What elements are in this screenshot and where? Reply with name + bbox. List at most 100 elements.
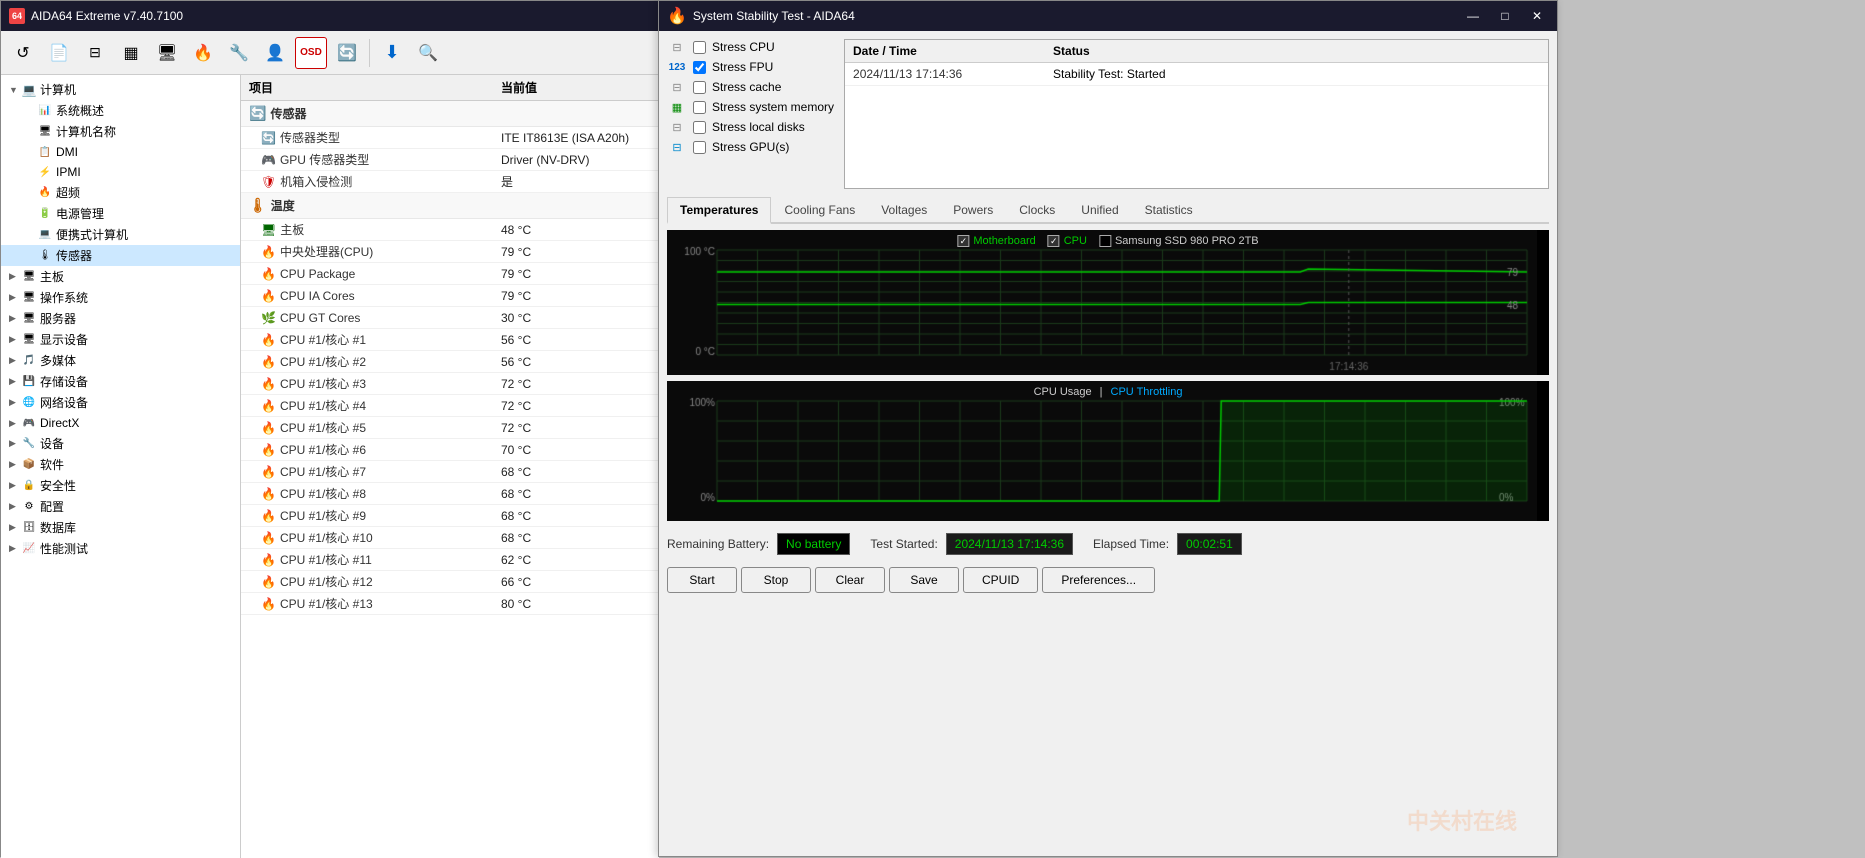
close-button[interactable]: ✕	[1525, 7, 1549, 25]
table-row[interactable]: 🔥CPU #1/核心 #3 72 °C	[241, 373, 659, 395]
security-icon: 🔒	[21, 478, 37, 494]
table-row[interactable]: 🔥CPU IA Cores 79 °C	[241, 285, 659, 307]
sidebar-item-sensor[interactable]: 🌡 传感器	[1, 245, 240, 266]
overview-icon: 📊	[37, 103, 53, 119]
search-button[interactable]: 🔍	[412, 37, 444, 69]
sidebar-item-devices[interactable]: ▶ 🔧 设备	[1, 433, 240, 454]
stress-disks-checkbox[interactable]	[693, 121, 706, 134]
tab-unified[interactable]: Unified	[1068, 197, 1131, 222]
sidebar-item-software[interactable]: ▶ 📦 软件	[1, 454, 240, 475]
table-row[interactable]: 🔥CPU #1/核心 #6 70 °C	[241, 439, 659, 461]
stress-cache-checkbox[interactable]	[693, 81, 706, 94]
table-row[interactable]: 🔥CPU #1/核心 #7 68 °C	[241, 461, 659, 483]
sensor-section-icon: 🔄	[249, 105, 266, 122]
table-row[interactable]: 🛡机箱入侵检测 是	[241, 171, 659, 193]
sidebar-item-portable[interactable]: 💻 便携式计算机	[1, 224, 240, 245]
tab-statistics[interactable]: Statistics	[1132, 197, 1206, 222]
sidebar-item-computer[interactable]: ▼ 💻 计算机	[1, 79, 240, 100]
user-button[interactable]: 👤	[259, 37, 291, 69]
sidebar-item-security[interactable]: ▶ 🔒 安全性	[1, 475, 240, 496]
sidebar-item-ipmi[interactable]: ⚡ IPMI	[1, 162, 240, 182]
table-row[interactable]: 🔥CPU #1/核心 #8 68 °C	[241, 483, 659, 505]
temperature-chart: ✓ Motherboard ✓ CPU Samsung SSD 980 PRO …	[667, 230, 1549, 375]
sidebar-item-os[interactable]: ▶ 🖥 操作系统	[1, 287, 240, 308]
stress-gpu-item: ⊟ Stress GPU(s)	[667, 139, 834, 155]
tabs-bar: Temperatures Cooling Fans Voltages Power…	[667, 197, 1549, 224]
sidebar-item-benchmark[interactable]: ▶ 📈 性能测试	[1, 538, 240, 559]
legend-motherboard-checkbox: ✓	[957, 235, 969, 247]
tab-temperatures[interactable]: Temperatures	[667, 197, 771, 224]
stress-cpu-label: Stress CPU	[712, 40, 775, 54]
save-button[interactable]: Save	[889, 567, 959, 593]
sidebar-item-directx[interactable]: ▶ 🎮 DirectX	[1, 413, 240, 433]
stress-cache-icon: ⊟	[667, 79, 687, 95]
stress-cpu-checkbox[interactable]	[693, 41, 706, 54]
stop-button[interactable]: Stop	[741, 567, 811, 593]
osd-button[interactable]: OSD	[295, 37, 327, 69]
sidebar-item-storage[interactable]: ▶ 💾 存储设备	[1, 371, 240, 392]
table-row[interactable]: 🔥CPU Package 79 °C	[241, 263, 659, 285]
cpuid-button[interactable]: CPUID	[963, 567, 1038, 593]
table-row[interactable]: 🔥CPU #1/核心 #5 72 °C	[241, 417, 659, 439]
maximize-button[interactable]: □	[1493, 7, 1517, 25]
stress-memory-checkbox[interactable]	[693, 101, 706, 114]
flame-button[interactable]: 🔥	[187, 37, 219, 69]
table-row[interactable]: 🔄传感器类型 ITE IT8613E (ISA A20h)	[241, 127, 659, 149]
table-row[interactable]: 🔥CPU #1/核心 #4 72 °C	[241, 395, 659, 417]
table-row[interactable]: 🎮GPU 传感器类型 Driver (NV-DRV)	[241, 149, 659, 171]
test-started-label: Test Started:	[870, 537, 937, 551]
ipmi-icon: ⚡	[37, 164, 53, 180]
tab-clocks[interactable]: Clocks	[1006, 197, 1068, 222]
table-header: 项目 当前值	[241, 75, 659, 101]
settings-button[interactable]: 🔧	[223, 37, 255, 69]
stress-cache-item: ⊟ Stress cache	[667, 79, 834, 95]
stress-fpu-checkbox[interactable]	[693, 61, 706, 74]
sidebar-item-display[interactable]: ▶ 🖥 显示设备	[1, 329, 240, 350]
preferences-button[interactable]: Preferences...	[1042, 567, 1155, 593]
sidebar-item-dmi[interactable]: 📋 DMI	[1, 142, 240, 162]
stress-gpu-checkbox[interactable]	[693, 141, 706, 154]
table-row[interactable]: 🔥CPU #1/核心 #1 56 °C	[241, 329, 659, 351]
report-button[interactable]: 📄	[43, 37, 75, 69]
os-icon: 🖥	[21, 290, 37, 306]
minimize-button[interactable]: —	[1461, 7, 1485, 25]
table-row[interactable]: 🔥CPU #1/核心 #2 56 °C	[241, 351, 659, 373]
sidebar-item-network[interactable]: ▶ 🌐 网络设备	[1, 392, 240, 413]
table-row[interactable]: 🌿CPU GT Cores 30 °C	[241, 307, 659, 329]
sidebar-item-overclock[interactable]: 🔥 超频	[1, 182, 240, 203]
toolbar-btn-4[interactable]: ▦	[115, 37, 147, 69]
table-row[interactable]: 🖥主板 48 °C	[241, 219, 659, 241]
sidebar-item-multimedia[interactable]: ▶ 🎵 多媒体	[1, 350, 240, 371]
stress-memory-item: ▦ Stress system memory	[667, 99, 834, 115]
remaining-battery-label: Remaining Battery:	[667, 537, 769, 551]
table-row[interactable]: 🔥CPU #1/核心 #10 68 °C	[241, 527, 659, 549]
sidebar-item-overview[interactable]: 📊 系统概述	[1, 100, 240, 121]
cpu-usage-legend: CPU Usage | CPU Throttling	[1034, 386, 1183, 398]
table-row[interactable]: 🔥CPU #1/核心 #12 66 °C	[241, 571, 659, 593]
tab-cooling-fans[interactable]: Cooling Fans	[771, 197, 868, 222]
toolbar-btn-5[interactable]: 🖥	[151, 37, 183, 69]
toolbar-btn-3[interactable]: ⊟	[79, 37, 111, 69]
tab-powers[interactable]: Powers	[940, 197, 1006, 222]
sidebar-item-computername[interactable]: 🖥 计算机名称	[1, 121, 240, 142]
refresh-button[interactable]: ↺	[7, 37, 39, 69]
window-controls: — □ ✕	[1461, 7, 1549, 25]
sync-button[interactable]: 🔄	[331, 37, 363, 69]
watermark: 中关村在线	[1407, 804, 1517, 836]
stress-gpu-label: Stress GPU(s)	[712, 140, 789, 154]
table-row[interactable]: 🔥CPU #1/核心 #11 62 °C	[241, 549, 659, 571]
clear-button[interactable]: Clear	[815, 567, 885, 593]
sidebar-item-config[interactable]: ▶ ⚙ 配置	[1, 496, 240, 517]
tab-voltages[interactable]: Voltages	[868, 197, 940, 222]
table-row[interactable]: 🔥CPU #1/核心 #13 80 °C	[241, 593, 659, 615]
dmi-icon: 📋	[37, 144, 53, 160]
table-row[interactable]: 🔥CPU #1/核心 #9 68 °C	[241, 505, 659, 527]
table-row[interactable]: 🔥中央处理器(CPU) 79 °C	[241, 241, 659, 263]
start-button[interactable]: Start	[667, 567, 737, 593]
test-started-value: 2024/11/13 17:14:36	[946, 533, 1073, 555]
sidebar-item-server[interactable]: ▶ 🖥 服务器	[1, 308, 240, 329]
sidebar-item-database[interactable]: ▶ 🗄 数据库	[1, 517, 240, 538]
download-button[interactable]: ⬇	[376, 37, 408, 69]
sidebar-item-power[interactable]: 🔋 电源管理	[1, 203, 240, 224]
sidebar-item-motherboard[interactable]: ▶ 🖥 主板	[1, 266, 240, 287]
